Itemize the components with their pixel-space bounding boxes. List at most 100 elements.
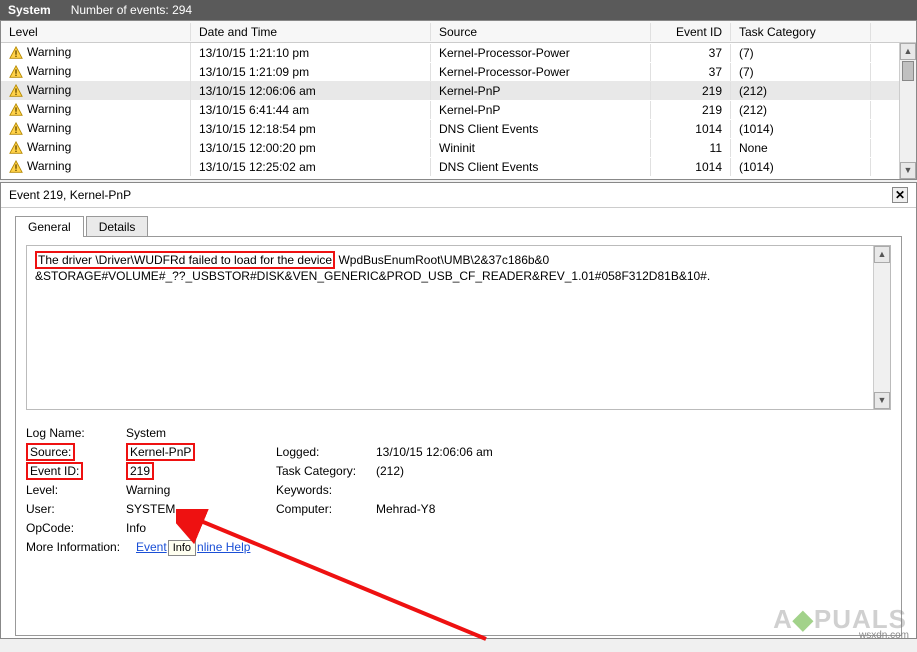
- warning-icon: [9, 84, 23, 98]
- scroll-up-arrow-icon[interactable]: ▲: [874, 246, 890, 263]
- cell-date: 13/10/15 12:18:54 pm: [191, 120, 431, 138]
- tab-details[interactable]: Details: [86, 216, 149, 237]
- grid-scrollbar[interactable]: ▲ ▼: [899, 43, 916, 179]
- column-header-event-id[interactable]: Event ID: [651, 23, 731, 41]
- cell-event-id: 37: [651, 44, 731, 62]
- table-row[interactable]: Warning 13/10/15 1:21:09 pmKernel-Process…: [1, 62, 916, 81]
- cell-event-id: 219: [651, 101, 731, 119]
- cell-date: 13/10/15 12:00:20 pm: [191, 139, 431, 157]
- column-header-source[interactable]: Source: [431, 23, 651, 41]
- cell-level: Warning: [27, 45, 71, 59]
- keywords-label: Keywords:: [276, 483, 376, 497]
- cell-date: 13/10/15 12:25:02 am: [191, 158, 431, 176]
- cell-task-category: (212): [731, 82, 871, 100]
- cell-event-id: 219: [651, 82, 731, 100]
- cell-date: 13/10/15 6:41:44 am: [191, 101, 431, 119]
- cell-source: DNS Client Events: [431, 120, 651, 138]
- level-label: Level:: [26, 483, 126, 497]
- scroll-down-arrow-icon[interactable]: ▼: [874, 392, 890, 409]
- column-header-task-category[interactable]: Task Category: [731, 23, 871, 41]
- cell-level: Warning: [27, 140, 71, 154]
- detail-header: Event 219, Kernel-PnP ✕: [1, 183, 916, 208]
- cell-task-category: (1014): [731, 120, 871, 138]
- warning-icon: [9, 141, 23, 155]
- table-row[interactable]: Warning 13/10/15 1:21:10 pmKernel-Process…: [1, 43, 916, 62]
- log-title: System: [8, 3, 51, 17]
- event-log-help-link[interactable]: Event: [136, 540, 167, 554]
- keywords-value: [376, 483, 556, 497]
- event-description-rest1: WpdBusEnumRoot\UMB\2&37c186b&0: [335, 253, 549, 267]
- user-value: SYSTEM: [126, 502, 276, 516]
- info-tooltip: Info: [168, 540, 196, 556]
- log-name-label: Log Name:: [26, 426, 126, 440]
- event-count: Number of events: 294: [71, 3, 192, 17]
- column-header-level[interactable]: Level: [1, 23, 191, 41]
- tab-content-general: The driver \Driver\WUDFRd failed to load…: [15, 236, 902, 636]
- opcode-value: Info: [126, 521, 276, 535]
- source-value: Kernel-PnP: [126, 443, 195, 461]
- source-label: Source:: [26, 443, 75, 461]
- tab-general[interactable]: General: [15, 216, 84, 237]
- warning-icon: [9, 103, 23, 117]
- warning-icon: [9, 122, 23, 136]
- cell-source: DNS Client Events: [431, 158, 651, 176]
- grid-header-row: Level Date and Time Source Event ID Task…: [1, 21, 916, 43]
- task-category-label: Task Category:: [276, 464, 376, 478]
- warning-icon: [9, 65, 23, 79]
- scroll-up-arrow-icon[interactable]: ▲: [900, 43, 916, 60]
- warning-icon: [9, 46, 23, 60]
- scroll-thumb[interactable]: [902, 61, 914, 81]
- description-scrollbar[interactable]: ▲ ▼: [873, 246, 890, 409]
- column-header-date[interactable]: Date and Time: [191, 23, 431, 41]
- table-row[interactable]: Warning 13/10/15 12:18:54 pmDNS Client Ev…: [1, 119, 916, 138]
- table-row[interactable]: Warning 13/10/15 12:00:20 pmWininit11None: [1, 138, 916, 157]
- cell-date: 13/10/15 1:21:10 pm: [191, 44, 431, 62]
- event-id-label: Event ID:: [26, 462, 83, 480]
- detail-title: Event 219, Kernel-PnP: [9, 188, 131, 202]
- cell-task-category: (7): [731, 44, 871, 62]
- cell-event-id: 1014: [651, 120, 731, 138]
- cell-date: 13/10/15 1:21:09 pm: [191, 63, 431, 81]
- event-grid-pane: Level Date and Time Source Event ID Task…: [0, 20, 917, 180]
- close-icon[interactable]: ✕: [892, 187, 908, 203]
- cell-date: 13/10/15 12:06:06 am: [191, 82, 431, 100]
- event-description-box: The driver \Driver\WUDFRd failed to load…: [26, 245, 891, 410]
- more-info-label: More Information:: [26, 540, 136, 556]
- cell-event-id: 11: [651, 139, 731, 157]
- event-properties: Log Name: System Source: Kernel-PnP Logg…: [26, 426, 891, 556]
- cell-level: Warning: [27, 102, 71, 116]
- logged-label: Logged:: [276, 445, 376, 459]
- table-row[interactable]: Warning13/10/15 12:25:02 amDNS Client Ev…: [1, 157, 916, 176]
- source-credit: wsxdn.com: [859, 630, 909, 641]
- logged-value: 13/10/15 12:06:06 am: [376, 445, 556, 459]
- cell-source: Kernel-Processor-Power: [431, 44, 651, 62]
- computer-value: Mehrad-Y8: [376, 502, 556, 516]
- cell-task-category: (1014): [731, 158, 871, 176]
- cell-level: Warning: [27, 64, 71, 78]
- cell-event-id: 1014: [651, 158, 731, 176]
- cell-source: Kernel-Processor-Power: [431, 63, 651, 81]
- computer-label: Computer:: [276, 502, 376, 516]
- cell-level: Warning: [27, 121, 71, 135]
- cell-task-category: None: [731, 139, 871, 157]
- table-row[interactable]: Warning13/10/15 12:06:06 amKernel-PnP219…: [1, 81, 916, 100]
- user-label: User:: [26, 502, 126, 516]
- scroll-down-arrow-icon[interactable]: ▼: [900, 162, 916, 179]
- event-log-help-link-rest[interactable]: nline Help: [197, 540, 250, 554]
- task-category-value: (212): [376, 464, 556, 478]
- cell-source: Kernel-PnP: [431, 101, 651, 119]
- cell-task-category: (212): [731, 101, 871, 119]
- grid-body[interactable]: Warning 13/10/15 1:21:10 pmKernel-Process…: [1, 43, 916, 179]
- table-row[interactable]: Warning 13/10/15 6:41:44 amKernel-PnP219(…: [1, 100, 916, 119]
- warning-icon: [9, 160, 23, 174]
- level-value: Warning: [126, 483, 276, 497]
- cell-source: Wininit: [431, 139, 651, 157]
- log-header: System Number of events: 294: [0, 0, 917, 20]
- detail-tabs: General Details: [15, 216, 916, 237]
- log-name-value: System: [126, 426, 276, 440]
- cell-level: Warning: [27, 83, 71, 97]
- event-id-value: 219: [126, 462, 154, 480]
- event-description-highlight: The driver \Driver\WUDFRd failed to load…: [35, 251, 335, 269]
- cell-event-id: 37: [651, 63, 731, 81]
- cell-task-category: (7): [731, 63, 871, 81]
